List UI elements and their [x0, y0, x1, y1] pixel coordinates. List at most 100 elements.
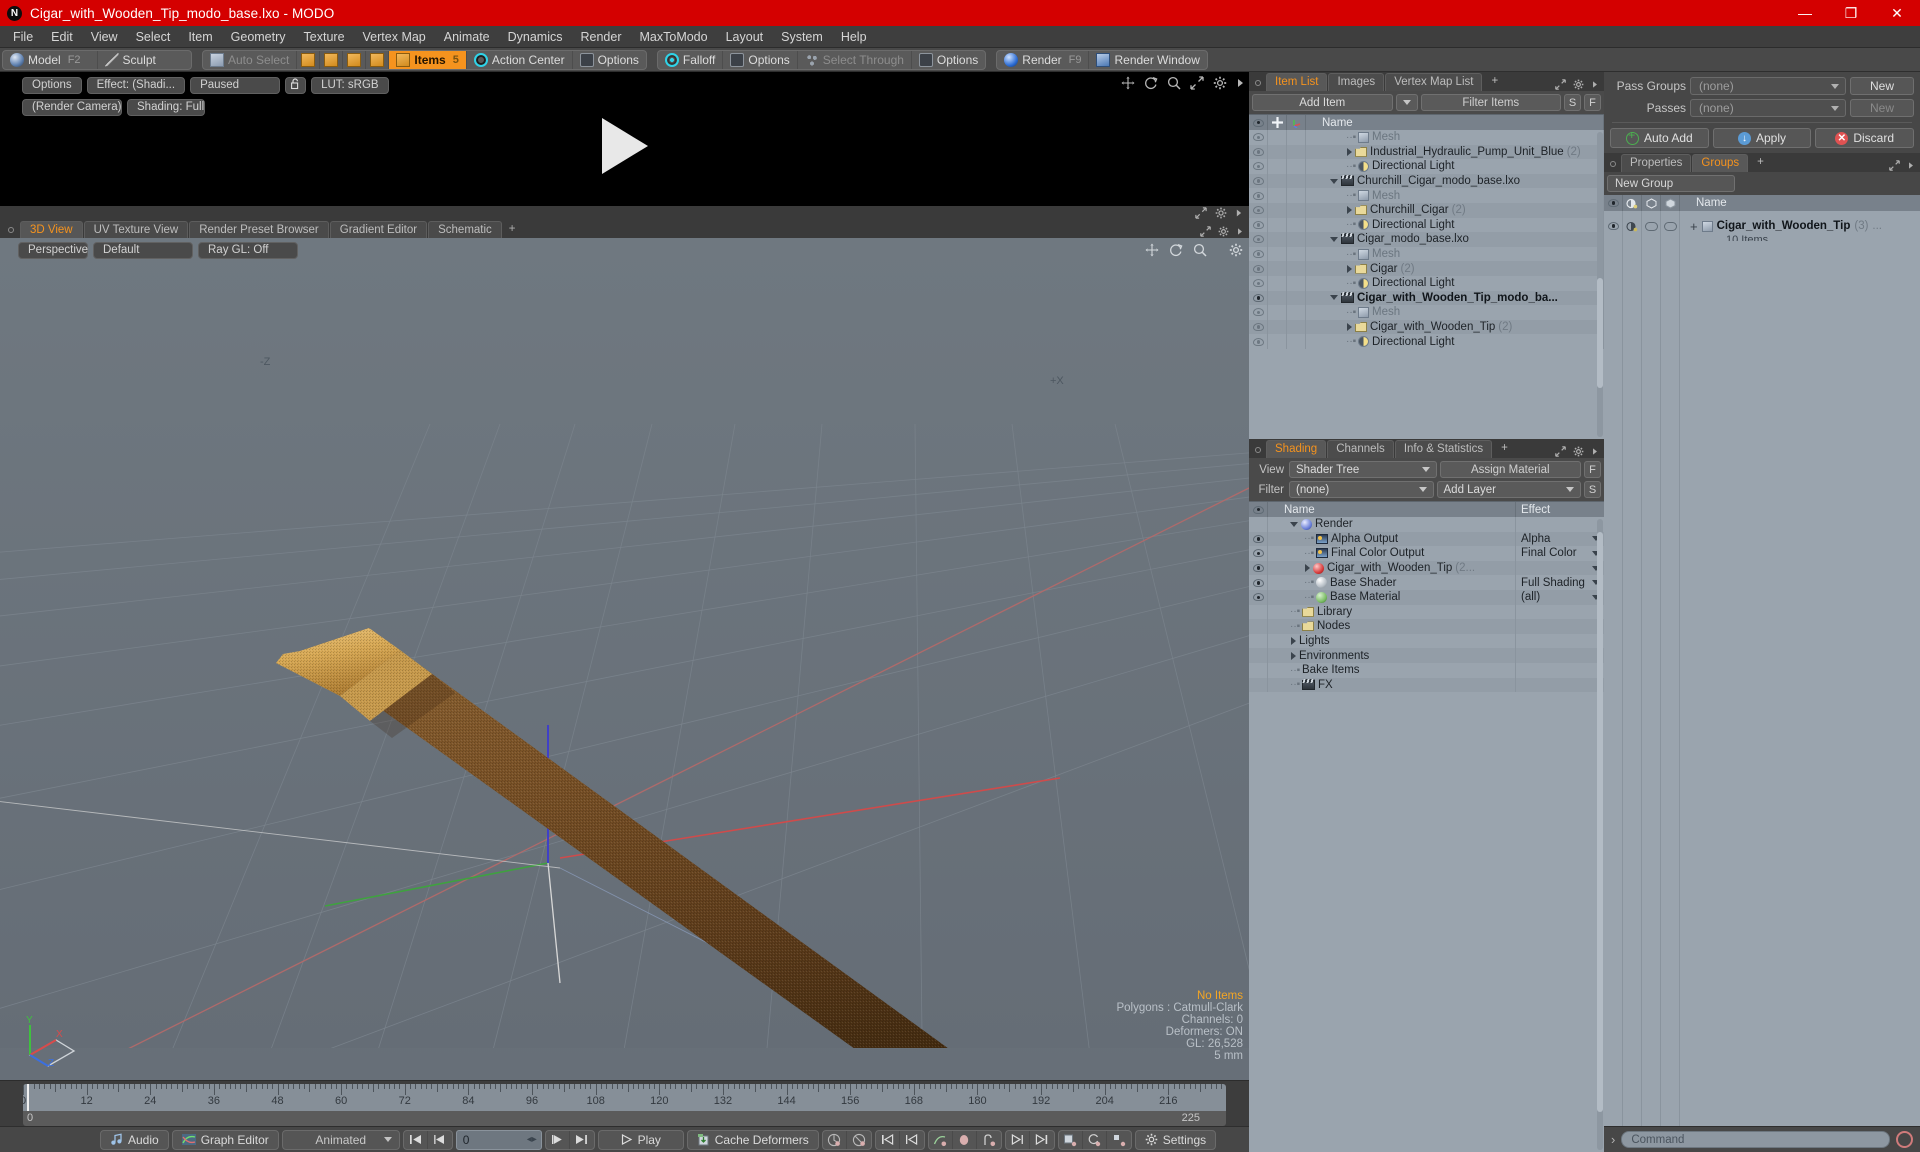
- row-effect-cell[interactable]: [1516, 517, 1604, 532]
- action-center-button[interactable]: Action Center: [467, 50, 573, 70]
- row-transform-cell[interactable]: [1287, 305, 1306, 320]
- apply-button[interactable]: ↓ Apply: [1713, 128, 1812, 148]
- tab-add-button[interactable]: +: [1749, 154, 1772, 172]
- row-transform-cell[interactable]: [1287, 159, 1306, 174]
- gear-icon[interactable]: [1215, 207, 1227, 219]
- falloff-options-button[interactable]: Options: [723, 50, 797, 70]
- pass-groups-select[interactable]: (none): [1690, 77, 1846, 95]
- polygon-mode-button[interactable]: [343, 50, 366, 70]
- row-lock-cell[interactable]: [1268, 232, 1287, 247]
- row-visibility-toggle[interactable]: [1249, 648, 1268, 663]
- item-list-row[interactable]: Churchill_Cigar_modo_base.lxo: [1249, 174, 1604, 189]
- render-preview-canvas[interactable]: [0, 72, 1249, 220]
- tab-render-preset-browser[interactable]: Render Preset Browser: [189, 221, 329, 238]
- row-transform-cell[interactable]: [1287, 320, 1306, 335]
- menu-animate[interactable]: Animate: [435, 26, 499, 48]
- shading-filter-select[interactable]: (none): [1289, 481, 1434, 498]
- row-transform-cell[interactable]: [1287, 334, 1306, 349]
- row-lock-cell[interactable]: [1268, 334, 1287, 349]
- shading-list-body[interactable]: Render··▪Alpha OutputAlpha··▪Final Color…: [1249, 517, 1604, 1152]
- row-visibility-toggle[interactable]: [1249, 247, 1268, 262]
- row-visibility-toggle[interactable]: [1249, 130, 1268, 145]
- row-visibility-toggle[interactable]: [1249, 634, 1268, 649]
- viewport-3d[interactable]: Perspective Default Ray GL: Off -Z: [0, 238, 1249, 1080]
- tab-3d-view[interactable]: 3D View: [20, 221, 83, 238]
- zoom-icon[interactable]: [1193, 243, 1207, 257]
- item-list-row[interactable]: Cigar_modo_base.lxo: [1249, 232, 1604, 247]
- row-lock-cell[interactable]: [1268, 130, 1287, 145]
- next-key-icon[interactable]: [1006, 1131, 1030, 1149]
- row-effect-cell[interactable]: [1516, 678, 1604, 693]
- play-arrow-icon[interactable]: [1236, 225, 1244, 236]
- row-visibility-toggle[interactable]: [1249, 291, 1268, 306]
- row-transform-cell[interactable]: [1287, 203, 1306, 218]
- shading-row[interactable]: ··▪Library: [1249, 605, 1604, 620]
- tab-item-list[interactable]: Item List: [1266, 73, 1327, 91]
- panel-menu-dot-icon[interactable]: [1255, 80, 1261, 86]
- shading-row[interactable]: Environments: [1249, 648, 1604, 663]
- play-arrow-icon[interactable]: [1907, 159, 1915, 170]
- timeline-ruler[interactable]: 0122436486072849610812013214415616818019…: [23, 1084, 1226, 1111]
- row-visibility-toggle[interactable]: [1249, 145, 1268, 160]
- chevron-right-icon[interactable]: [1347, 206, 1352, 214]
- row-transform-cell[interactable]: [1287, 276, 1306, 291]
- row-shade-toggle[interactable]: [1661, 211, 1680, 241]
- gear-icon[interactable]: [1213, 76, 1227, 90]
- row-transform-cell[interactable]: [1287, 130, 1306, 145]
- column-visibility-icon[interactable]: [1249, 502, 1268, 517]
- row-transform-cell[interactable]: [1287, 218, 1306, 233]
- step-forward-icon[interactable]: [546, 1131, 570, 1149]
- tab-schematic[interactable]: Schematic: [428, 221, 502, 238]
- row-effect-cell[interactable]: Full Shading: [1516, 575, 1604, 590]
- auto-select-button[interactable]: Auto Select: [203, 50, 297, 70]
- item-list-row[interactable]: ··▪Mesh: [1249, 188, 1604, 203]
- view-mode-button[interactable]: Perspective: [18, 242, 88, 259]
- menu-help[interactable]: Help: [832, 26, 876, 48]
- chevron-right-icon[interactable]: [1305, 564, 1310, 572]
- column-lock-icon[interactable]: [1268, 115, 1287, 130]
- chevron-right-icon[interactable]: [1291, 637, 1296, 645]
- row-lock-cell[interactable]: [1268, 203, 1287, 218]
- chevron-right-icon[interactable]: [1347, 148, 1352, 156]
- graph-editor-button[interactable]: Graph Editor: [172, 1130, 279, 1150]
- item-list-row[interactable]: ··▪Mesh: [1249, 305, 1604, 320]
- shading-s-button[interactable]: S: [1584, 481, 1601, 498]
- rotate-icon[interactable]: [1169, 243, 1183, 257]
- play-arrow-icon[interactable]: [1236, 76, 1245, 90]
- mirror-icon[interactable]: [1107, 1131, 1131, 1149]
- menu-dynamics[interactable]: Dynamics: [499, 26, 572, 48]
- gear-icon[interactable]: [1229, 243, 1243, 257]
- column-wire-icon[interactable]: [1642, 195, 1661, 211]
- chevron-down-icon[interactable]: [1330, 237, 1338, 242]
- row-lock-cell[interactable]: [1268, 320, 1287, 335]
- panel-menu-dot-icon[interactable]: [1610, 161, 1616, 167]
- timeline-range-bar[interactable]: 0 225: [23, 1111, 1226, 1126]
- row-transform-cell[interactable]: [1287, 232, 1306, 247]
- row-lock-cell[interactable]: [1268, 276, 1287, 291]
- menu-view[interactable]: View: [82, 26, 127, 48]
- audio-button[interactable]: Audio: [100, 1130, 169, 1150]
- preview-options-button[interactable]: Options: [22, 77, 82, 94]
- tab-vertex-map-list[interactable]: Vertex Map List: [1385, 73, 1482, 91]
- gear-icon[interactable]: [1573, 78, 1584, 89]
- row-lock-cell[interactable]: [1268, 291, 1287, 306]
- row-visibility-toggle[interactable]: [1249, 261, 1268, 276]
- step-back-icon[interactable]: [428, 1131, 452, 1149]
- tab-gradient-editor[interactable]: Gradient Editor: [330, 221, 427, 238]
- groups-row[interactable]: + Cigar_with_Wooden_Tip (3) ... 10 Items: [1604, 211, 1920, 241]
- go-to-end-icon[interactable]: [570, 1131, 594, 1149]
- row-visibility-toggle[interactable]: [1249, 232, 1268, 247]
- row-lock-cell[interactable]: [1268, 174, 1287, 189]
- shading-row[interactable]: Cigar_with_Wooden_Tip (2...: [1249, 561, 1604, 576]
- passes-new-button[interactable]: New: [1850, 99, 1914, 117]
- row-lock-cell[interactable]: [1268, 188, 1287, 203]
- column-visibility-icon[interactable]: [1604, 195, 1623, 211]
- current-frame-field[interactable]: 0 ◂▸: [456, 1130, 542, 1150]
- preview-play-icon[interactable]: [602, 118, 648, 174]
- item-list-row[interactable]: Cigar_with_Wooden_Tip (2): [1249, 320, 1604, 335]
- menu-file[interactable]: File: [4, 26, 42, 48]
- item-list-row[interactable]: ··▪Directional Light: [1249, 276, 1604, 291]
- tab-uv-texture-view[interactable]: UV Texture View: [84, 221, 189, 238]
- ray-gl-button[interactable]: Ray GL: Off: [198, 242, 298, 259]
- tab-shading[interactable]: Shading: [1266, 440, 1326, 458]
